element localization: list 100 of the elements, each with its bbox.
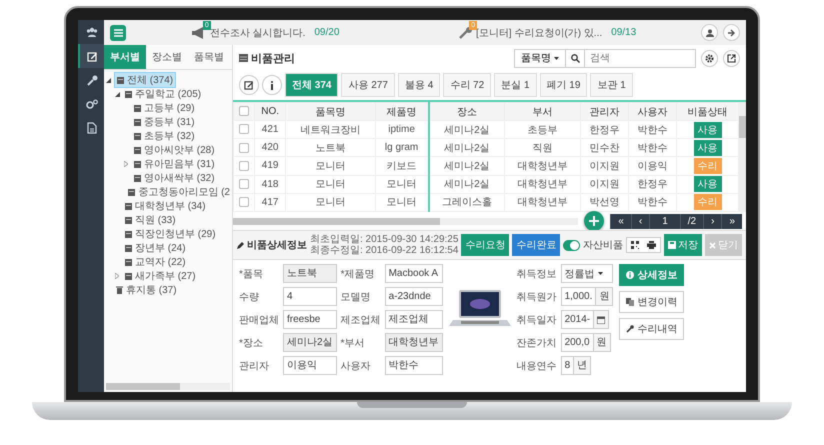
tree-item[interactable]: 중고청동아리모임 (2 (126, 185, 232, 199)
tree-item[interactable]: 직원 (33) (123, 213, 178, 227)
side-button[interactable]: 변경이력 (619, 291, 684, 313)
calendar-icon[interactable] (597, 316, 606, 324)
select-all-checkbox[interactable] (239, 106, 249, 116)
filter-tab[interactable]: 분실 1 (494, 73, 537, 97)
notice-text[interactable]: [모니터] 수리요청이(가) 있... (476, 26, 602, 40)
search-field[interactable]: 검색 (584, 48, 696, 68)
table-cell: 노트북 (286, 138, 376, 157)
tree-item[interactable]: 중등부 (31) (132, 115, 197, 129)
column-header[interactable]: NO. (254, 102, 286, 120)
tree-item[interactable]: 대학청년부 (34) (123, 199, 208, 213)
input-field[interactable]: 박한수 (384, 356, 443, 375)
input-field[interactable]: 이용익 (283, 356, 337, 375)
column-header[interactable]: 부서 (504, 102, 580, 120)
tree-item[interactable]: 고등부 (29) (132, 101, 197, 115)
tree-item[interactable]: 영아새싹부 (32) (132, 171, 217, 185)
column-header[interactable]: 사용자 (628, 102, 677, 120)
page-nav-button[interactable]: « (610, 214, 631, 228)
page-nav-button[interactable]: » (721, 214, 742, 228)
expanded-icon[interactable] (115, 92, 120, 96)
info-button[interactable] (262, 75, 282, 95)
tree-item[interactable]: 초등부 (32) (132, 129, 197, 143)
input-field[interactable]: freesbe (283, 310, 337, 329)
page-nav-button[interactable]: ‹ (630, 214, 650, 228)
field-label: 취득일자 (516, 314, 557, 326)
filter-tab[interactable]: 사용 277 (341, 73, 395, 97)
copy-icon (626, 298, 634, 306)
column-header[interactable]: 제품명 (375, 102, 429, 120)
save-button[interactable]: 저장 (664, 234, 702, 256)
input-field[interactable]: 4 (283, 287, 337, 306)
field-label: 사용자 (340, 360, 372, 372)
settings-button[interactable] (701, 50, 718, 66)
collapsed-icon[interactable] (115, 273, 119, 279)
tree-item[interactable]: 주일학교 (205) (123, 87, 204, 101)
column-header[interactable]: 장소 (428, 102, 505, 120)
logout-button[interactable] (723, 24, 740, 41)
scrollbar[interactable] (233, 218, 578, 224)
floppy-icon (668, 241, 676, 249)
toggle-switch[interactable] (563, 240, 580, 250)
notice-text[interactable]: 전수조사 실시합니다. (210, 26, 306, 40)
input-field[interactable]: 제조업체 (384, 310, 443, 329)
page-number-field[interactable]: 1 (649, 214, 680, 228)
row-checkbox[interactable] (239, 197, 249, 208)
row-checkbox[interactable] (239, 179, 249, 190)
page-nav-button[interactable]: › (703, 214, 722, 228)
method-dropdown[interactable]: 정률법 (560, 264, 614, 283)
input-field[interactable]: Macbook A (384, 264, 443, 283)
input-field[interactable]: a-23dnde (384, 287, 443, 306)
notice-date: 09/20 (314, 27, 340, 38)
row-checkbox[interactable] (239, 124, 249, 134)
add-button[interactable] (584, 211, 604, 231)
table-cell: 한정우 (580, 120, 628, 139)
filter-tab[interactable]: 수리 72 (443, 73, 492, 97)
field-label: 모델명 (340, 290, 372, 304)
side-button[interactable]: 수리내역 (619, 318, 684, 340)
side-tab[interactable]: 품목별 (188, 45, 230, 69)
tree-item[interactable]: 교역자 (22) (123, 255, 188, 269)
field-label: 취득정보 (516, 268, 557, 280)
column-header[interactable]: 품목명 (286, 102, 376, 120)
tree-item[interactable]: 전체 (374) (114, 72, 176, 88)
row-checkbox[interactable] (239, 142, 249, 153)
side-tab[interactable]: 부서별 (104, 45, 146, 69)
scrollbar[interactable] (106, 383, 230, 390)
date-field[interactable]: 2014- (560, 310, 594, 329)
input-field[interactable]: 200,0 (560, 333, 594, 352)
column-header[interactable]: 관리자 (580, 102, 628, 120)
field-label: 제조업체 (340, 314, 381, 326)
search-type-dropdown[interactable]: 품목명 (514, 48, 566, 68)
row-checkbox[interactable] (239, 160, 249, 171)
menu-button[interactable] (110, 24, 126, 40)
edit-icon (244, 80, 254, 90)
user-button[interactable] (701, 24, 718, 41)
tree-item[interactable]: 장년부 (24) (123, 241, 188, 255)
notice-date: 09/13 (611, 27, 636, 38)
input-field[interactable]: 1,000. (560, 287, 596, 306)
tree-item[interactable]: 직장인청년부 (29) (123, 227, 218, 241)
filter-tab[interactable]: 불용 4 (398, 73, 440, 97)
side-button[interactable]: 상세정보 (619, 264, 684, 286)
qr-code-button[interactable] (627, 238, 643, 252)
action-button[interactable]: 수리완료 (512, 234, 560, 256)
tree-item[interactable]: 영아씨앗부 (28) (132, 143, 217, 157)
tree-item[interactable]: 새가족부 (27) (123, 269, 198, 283)
open-external-button[interactable] (723, 50, 740, 66)
collapsed-icon[interactable] (124, 161, 128, 167)
tree-item[interactable]: 유아믿음부 (31) (132, 157, 217, 171)
filter-tab[interactable]: 보관 1 (590, 73, 633, 97)
action-button[interactable]: 수리요청 (461, 234, 510, 256)
scrollbar[interactable] (739, 102, 746, 212)
filter-tab[interactable]: 전체 374 (285, 73, 338, 97)
field-label: 내용연수 (516, 360, 557, 372)
filter-tab[interactable]: 폐기 19 (540, 73, 588, 97)
edit-button[interactable] (239, 75, 259, 95)
expanded-icon[interactable] (106, 78, 111, 82)
print-button[interactable] (643, 238, 660, 252)
table-cell: 한정우 (628, 175, 677, 194)
tree-item[interactable]: 휴지통 (37) (114, 283, 179, 297)
column-header[interactable]: 비품상태 (676, 102, 738, 120)
input-field[interactable]: 8 (560, 356, 574, 375)
side-tab[interactable]: 장소별 (146, 45, 188, 69)
